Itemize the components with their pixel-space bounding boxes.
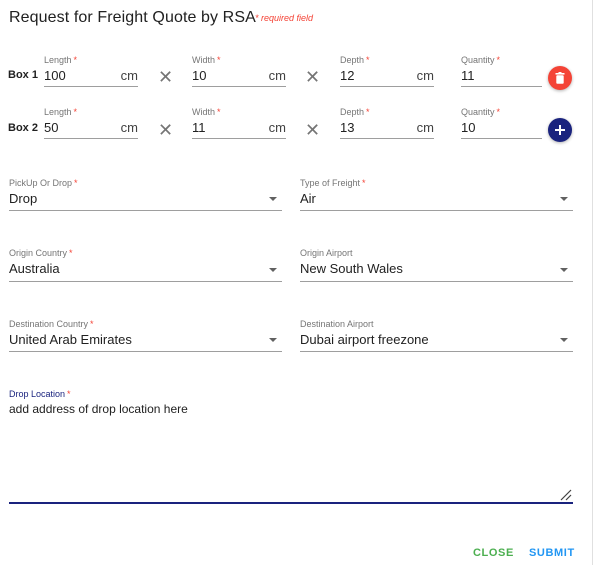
field-underline bbox=[300, 281, 573, 282]
field-underline bbox=[9, 281, 282, 282]
field-underline bbox=[192, 138, 286, 139]
origin-airport-label: Origin Airport bbox=[300, 248, 353, 258]
delete-box-button[interactable] bbox=[548, 66, 572, 90]
field-underline bbox=[340, 86, 434, 87]
required-field-note: * required field bbox=[255, 13, 314, 23]
origin-country-value: Australia bbox=[9, 261, 60, 276]
origin-country-select[interactable]: Origin Country * Australia bbox=[9, 248, 282, 282]
caret-down-icon bbox=[560, 268, 568, 272]
box-2-quantity-value[interactable]: 10 bbox=[461, 120, 475, 135]
field-underline bbox=[340, 138, 434, 139]
drop-location-label: Drop Location * bbox=[9, 389, 71, 399]
times-icon: ✕ bbox=[305, 67, 321, 87]
box-1-length-value[interactable]: 100 bbox=[44, 68, 66, 83]
box-2-width-field[interactable]: Width * 11 cm bbox=[192, 107, 286, 140]
depth-label: Depth * bbox=[340, 107, 370, 117]
box-2-depth-value[interactable]: 13 bbox=[340, 120, 354, 135]
destination-airport-value: Dubai airport freezone bbox=[300, 332, 429, 347]
length-label: Length * bbox=[44, 55, 78, 65]
box-1-width-field[interactable]: Width * 10 cm bbox=[192, 55, 286, 88]
cm-unit: cm bbox=[120, 68, 138, 83]
cm-unit: cm bbox=[268, 120, 286, 135]
destination-airport-select[interactable]: Destination Airport Dubai airport freezo… bbox=[300, 319, 573, 353]
box-2-width-value[interactable]: 11 bbox=[192, 120, 206, 135]
field-underline bbox=[44, 138, 138, 139]
origin-airport-value: New South Wales bbox=[300, 261, 403, 276]
field-underline bbox=[461, 86, 542, 87]
box-2-label: Box 2 bbox=[8, 122, 38, 134]
delete-icon bbox=[555, 72, 565, 84]
cm-unit: cm bbox=[416, 68, 434, 83]
cm-unit: cm bbox=[268, 68, 286, 83]
depth-label: Depth * bbox=[340, 55, 370, 65]
origin-country-label: Origin Country * bbox=[9, 248, 73, 258]
field-underline bbox=[9, 351, 282, 352]
pickup-drop-label: PickUp Or Drop * bbox=[9, 178, 78, 188]
textarea-underline bbox=[9, 502, 573, 504]
length-label: Length * bbox=[44, 107, 78, 117]
box-1-quantity-field[interactable]: Quantity * 11 bbox=[461, 55, 542, 88]
freight-type-value: Air bbox=[300, 191, 316, 206]
freight-type-select[interactable]: Type of Freight * Air bbox=[300, 178, 573, 211]
field-underline bbox=[9, 210, 282, 211]
field-underline bbox=[192, 86, 286, 87]
box-1-depth-value[interactable]: 12 bbox=[340, 68, 354, 83]
box-1-depth-field[interactable]: Depth * 12 cm bbox=[340, 55, 434, 88]
caret-down-icon bbox=[269, 268, 277, 272]
drop-location-textarea[interactable]: add address of drop location here bbox=[9, 402, 188, 416]
pickup-drop-select[interactable]: PickUp Or Drop * Drop bbox=[9, 178, 282, 211]
field-underline bbox=[300, 210, 573, 211]
field-underline bbox=[300, 351, 573, 352]
caret-down-icon bbox=[269, 338, 277, 342]
pickup-drop-value: Drop bbox=[9, 191, 38, 206]
caret-down-icon bbox=[560, 338, 568, 342]
times-icon: ✕ bbox=[305, 120, 321, 140]
box-1-quantity-value[interactable]: 11 bbox=[461, 68, 475, 83]
box-2-length-value[interactable]: 50 bbox=[44, 120, 58, 135]
cm-unit: cm bbox=[120, 120, 138, 135]
caret-down-icon bbox=[560, 197, 568, 201]
box-2-quantity-field[interactable]: Quantity * 10 bbox=[461, 107, 542, 140]
destination-country-value: United Arab Emirates bbox=[9, 332, 132, 347]
box-1-label: Box 1 bbox=[8, 69, 38, 81]
box-2-length-field[interactable]: Length * 50 cm bbox=[44, 107, 138, 140]
destination-country-label: Destination Country * bbox=[9, 319, 94, 329]
box-2-depth-field[interactable]: Depth * 13 cm bbox=[340, 107, 434, 140]
dialog-title: Request for Freight Quote by RSA bbox=[9, 9, 256, 26]
box-1-width-value[interactable]: 10 bbox=[192, 68, 206, 83]
add-box-button[interactable] bbox=[548, 118, 572, 142]
freight-quote-dialog: Request for Freight Quote by RSA * requi… bbox=[0, 0, 593, 565]
destination-airport-label: Destination Airport bbox=[300, 319, 374, 329]
destination-country-select[interactable]: Destination Country * United Arab Emirate… bbox=[9, 319, 282, 353]
quantity-label: Quantity * bbox=[461, 55, 501, 65]
submit-button[interactable]: SUBMIT bbox=[529, 547, 575, 559]
close-button[interactable]: CLOSE bbox=[473, 547, 514, 559]
freight-type-label: Type of Freight * bbox=[300, 178, 366, 188]
box-1-length-field[interactable]: Length * 100 cm bbox=[44, 55, 138, 88]
quantity-label: Quantity * bbox=[461, 107, 501, 117]
width-label: Width * bbox=[192, 107, 221, 117]
origin-airport-select[interactable]: Origin Airport New South Wales bbox=[300, 248, 573, 282]
add-icon bbox=[555, 125, 565, 135]
field-underline bbox=[44, 86, 138, 87]
cm-unit: cm bbox=[416, 120, 434, 135]
caret-down-icon bbox=[269, 197, 277, 201]
field-underline bbox=[461, 138, 542, 139]
times-icon: ✕ bbox=[158, 120, 174, 140]
width-label: Width * bbox=[192, 55, 221, 65]
resize-handle-icon[interactable] bbox=[560, 489, 572, 501]
times-icon: ✕ bbox=[158, 67, 174, 87]
